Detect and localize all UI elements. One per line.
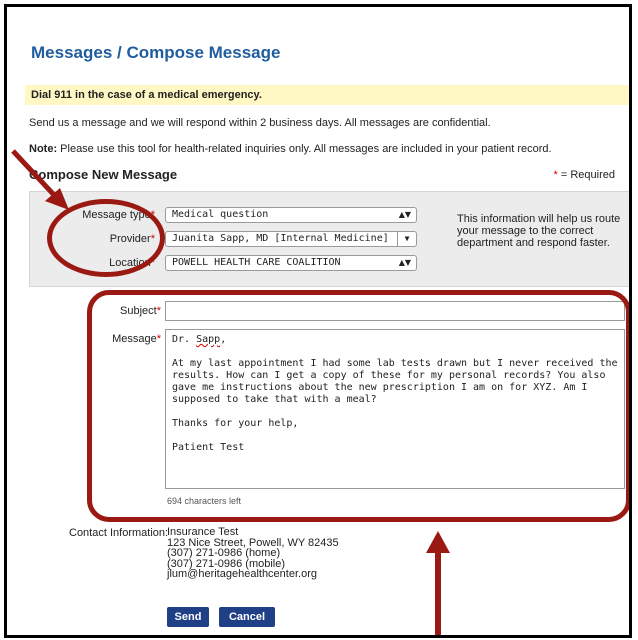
annotation-arrows [11,149,450,635]
screenshot-frame: Messages / Compose Message Dial 911 in t… [4,4,632,638]
arrow-to-message-area-icon [426,531,450,635]
arrow-to-routing-fields-icon [11,149,69,210]
